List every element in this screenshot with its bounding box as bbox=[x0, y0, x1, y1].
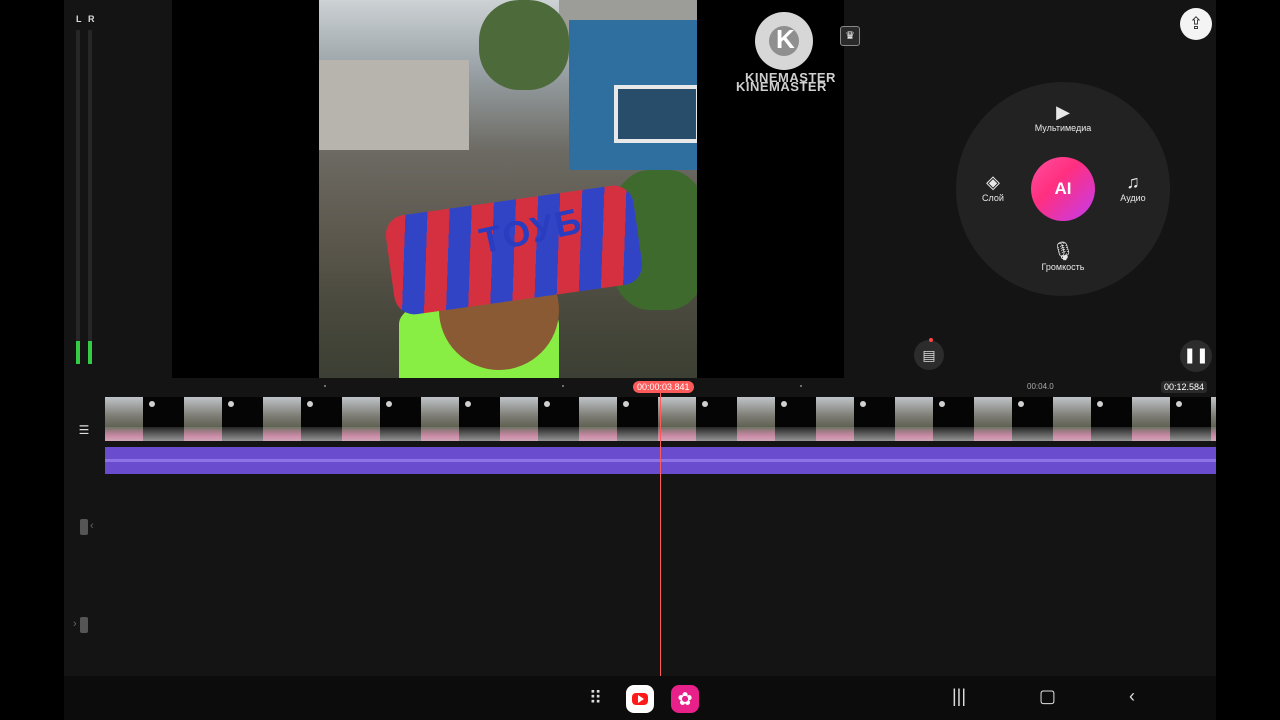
wheel-voice-label: Громкость bbox=[1041, 262, 1085, 272]
watermark-text-2: KINEMASTER bbox=[736, 79, 827, 94]
clip-thumbnail bbox=[816, 397, 854, 441]
asset-store-icon[interactable]: ▤ bbox=[914, 340, 944, 370]
meter-left-fill bbox=[76, 340, 80, 364]
ruler-dot bbox=[562, 385, 564, 387]
crown-icon[interactable]: ♛ bbox=[840, 26, 860, 46]
flower-app-icon[interactable]: ✿ bbox=[671, 685, 699, 713]
home-icon[interactable]: ▢ bbox=[1039, 686, 1056, 707]
back-icon[interactable]: ‹ bbox=[1129, 686, 1135, 707]
clip-thumbnail bbox=[933, 397, 974, 441]
clip-thumbnail bbox=[380, 397, 421, 441]
preview-video-frame[interactable]: ТОУБ bbox=[319, 0, 697, 378]
clip-thumbnail bbox=[342, 397, 380, 441]
clip-thumbnail bbox=[1012, 397, 1053, 441]
share-icon[interactable]: ⇪ bbox=[1180, 8, 1212, 40]
clip-thumbnail bbox=[184, 397, 222, 441]
clip-thumbnail bbox=[658, 397, 696, 441]
ruler-timecode: 00:04.0 bbox=[1027, 382, 1054, 391]
wheel-media-button[interactable]: ▶ Мультимедиа bbox=[1028, 102, 1098, 133]
watermark-logo-letter: K bbox=[776, 24, 795, 54]
audio-lane-handle[interactable] bbox=[80, 617, 88, 633]
scene-window bbox=[614, 85, 697, 143]
clip-thumbnail bbox=[500, 397, 538, 441]
clip-thumbnail bbox=[459, 397, 500, 441]
pause-icon[interactable]: ❚❚ bbox=[1180, 340, 1212, 372]
playhead[interactable] bbox=[660, 392, 661, 676]
music-note-icon: ♫ bbox=[1126, 172, 1140, 192]
wheel-voice-button[interactable]: 🎙 Громкость bbox=[1028, 241, 1098, 272]
clip-thumbnail bbox=[775, 397, 816, 441]
ai-button[interactable]: AI bbox=[1031, 157, 1095, 221]
ruler-dot bbox=[800, 385, 802, 387]
clip-thumbnail bbox=[737, 397, 775, 441]
clip-thumbnail bbox=[974, 397, 1012, 441]
wheel-audio-label: Аудио bbox=[1120, 193, 1146, 203]
meter-left-label: L bbox=[76, 14, 82, 24]
clip-thumbnail bbox=[301, 397, 342, 441]
clip-thumbnail bbox=[222, 397, 263, 441]
meter-right bbox=[88, 30, 92, 364]
clip-thumbnail bbox=[263, 397, 301, 441]
scene-tree bbox=[479, 0, 569, 90]
current-timecode: 00:00:03.841 bbox=[633, 381, 694, 393]
clip-thumbnail bbox=[538, 397, 579, 441]
ruler-dot bbox=[324, 385, 326, 387]
chevron-right-icon: › bbox=[73, 618, 77, 630]
clip-thumbnail bbox=[617, 397, 658, 441]
meter-left bbox=[76, 30, 80, 364]
clip-thumbnail bbox=[895, 397, 933, 441]
scene-fence bbox=[319, 60, 469, 150]
clip-thumbnail bbox=[1211, 397, 1216, 441]
total-duration: 00:12.584 bbox=[1161, 381, 1208, 393]
clip-thumbnail bbox=[143, 397, 184, 441]
clip-thumbnail bbox=[1132, 397, 1170, 441]
clip-thumbnail bbox=[696, 397, 737, 441]
clip-thumbnail bbox=[854, 397, 895, 441]
layers-icon: ◈ bbox=[986, 172, 1000, 192]
meter-right-label: R bbox=[88, 14, 95, 24]
clip-thumbnail bbox=[421, 397, 459, 441]
clip-thumbnail bbox=[105, 397, 143, 441]
layer-lane-handle[interactable] bbox=[80, 519, 88, 535]
youtube-play-glyph bbox=[638, 695, 644, 703]
media-play-icon: ▶ bbox=[1056, 102, 1070, 122]
audio-meters: L R bbox=[74, 0, 98, 378]
chevron-left-icon: ‹ bbox=[90, 520, 94, 532]
clip-thumbnail bbox=[1170, 397, 1211, 441]
wheel-layer-button[interactable]: ◈ Слой bbox=[958, 172, 1028, 203]
meter-right-fill bbox=[88, 340, 92, 364]
apps-grid-icon[interactable]: ⠿ bbox=[589, 688, 602, 709]
recent-apps-icon[interactable]: ||| bbox=[952, 686, 966, 707]
wheel-audio-button[interactable]: ♫ Аудио bbox=[1098, 172, 1168, 203]
clip-thumbnail bbox=[1091, 397, 1132, 441]
clip-thumbnail bbox=[579, 397, 617, 441]
microphone-icon: 🎙 bbox=[1051, 241, 1075, 261]
track-options-icon[interactable]: ☰ bbox=[74, 420, 94, 440]
wheel-layer-label: Слой bbox=[982, 193, 1004, 203]
notification-dot bbox=[929, 338, 933, 342]
clip-thumbnail bbox=[1053, 397, 1091, 441]
wheel-media-label: Мультимедиа bbox=[1034, 123, 1092, 133]
